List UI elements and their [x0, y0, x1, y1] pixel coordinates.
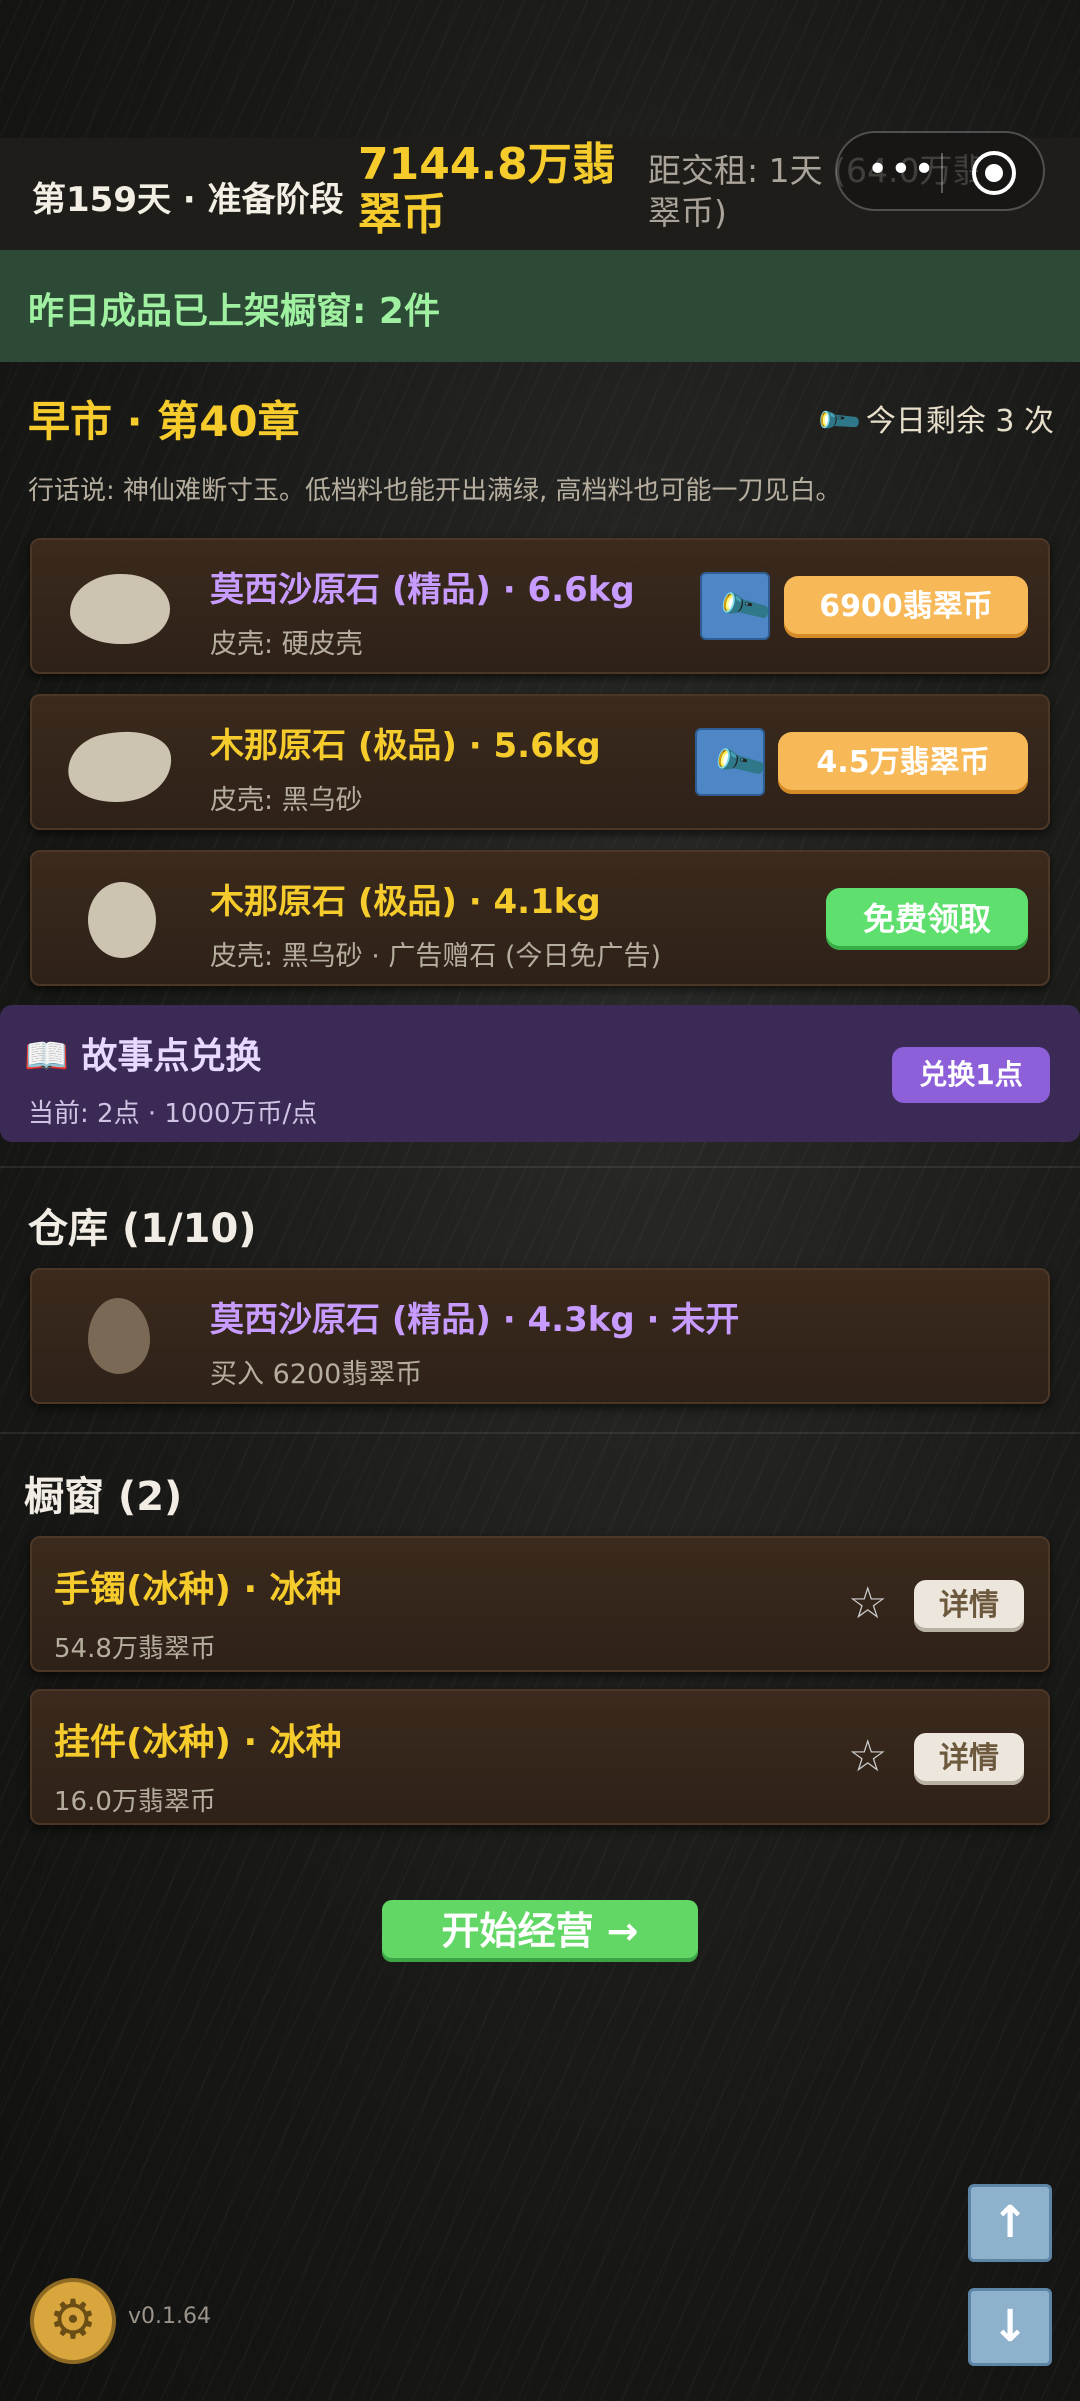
showcase-item-price: 54.8万翡翠币 [54, 1634, 216, 1664]
market-title: 早市 · 第40章 [28, 397, 300, 446]
more-icon[interactable]: ••• [867, 152, 937, 188]
buy-button[interactable]: 6900翡翠币 [784, 576, 1028, 638]
item-name: 莫西沙原石 (精品) · 4.3kg · 未开 [210, 1300, 740, 1340]
market-item-card: 木那原石 (极品) · 4.1kg 皮壳: 黑乌砂 · 广告赠石 (今日免广告)… [30, 850, 1050, 986]
book-icon: 📖 [24, 1036, 69, 1077]
flashlight-button[interactable]: 🔦 [700, 572, 774, 640]
close-target-icon[interactable] [972, 151, 1016, 195]
rough-stone-icon [88, 1298, 150, 1374]
star-icon[interactable]: ☆ [848, 1735, 887, 1779]
capsule-divider [941, 153, 943, 193]
showcase-item-card: 手镯(冰种) · 冰种 54.8万翡翠币 ☆ 详情 [30, 1536, 1050, 1672]
market-item-card: 莫西沙原石 (精品) · 6.6kg 皮壳: 硬皮壳 🔦 6900翡翠币 [30, 538, 1050, 674]
arrow-down-icon: ↓ [991, 2301, 1029, 2352]
star-icon[interactable]: ☆ [848, 1582, 887, 1626]
scroll-down-button[interactable]: ↓ [968, 2288, 1052, 2366]
buy-button[interactable]: 4.5万翡翠币 [778, 732, 1028, 794]
showcase-item-name: 手镯(冰种) · 冰种 [54, 1569, 342, 1610]
warehouse-item-card[interactable]: 莫西沙原石 (精品) · 4.3kg · 未开 买入 6200翡翠币 [30, 1268, 1050, 1404]
rough-stone-icon [88, 882, 156, 958]
item-shell: 皮壳: 黑乌砂 · 广告赠石 (今日免广告) [210, 941, 662, 972]
exchange-button[interactable]: 兑换1点 [892, 1047, 1050, 1103]
details-button[interactable]: 详情 [914, 1733, 1024, 1785]
showcase-item-price: 16.0万翡翠币 [54, 1787, 216, 1817]
showcase-item-name: 挂件(冰种) · 冰种 [54, 1722, 342, 1763]
version-label: v0.1.64 [128, 2304, 211, 2329]
details-button[interactable]: 详情 [914, 1580, 1024, 1632]
scroll-up-button[interactable]: ↑ [968, 2184, 1052, 2262]
story-balance: 当前: 2点 · 1000万币/点 [28, 1099, 318, 1129]
item-name: 莫西沙原石 (精品) · 6.6kg [210, 570, 635, 610]
market-item-card: 木那原石 (极品) · 5.6kg 皮壳: 黑乌砂 🔦 4.5万翡翠币 [30, 694, 1050, 830]
remaining-text: 今日剩余 3 次 [865, 404, 1054, 439]
section-divider [0, 1166, 1080, 1168]
rough-stone-icon [70, 574, 170, 644]
item-purchase-price: 买入 6200翡翠币 [210, 1359, 423, 1390]
flashlight-icon: 🔦 [710, 734, 770, 793]
start-business-button[interactable]: 开始经营 → [382, 1900, 698, 1962]
rough-stone-icon [62, 723, 178, 811]
item-shell: 皮壳: 黑乌砂 [210, 785, 363, 816]
item-name: 木那原石 (极品) · 5.6kg [210, 726, 601, 766]
flashlight-button[interactable]: 🔦 [695, 728, 769, 796]
item-shell: 皮壳: 硬皮壳 [210, 629, 363, 660]
market-saying: 行话说: 神仙难断寸玉。低档料也能开出满绿, 高档料也可能一刀见白。 [28, 476, 842, 506]
warehouse-title: 仓库 (1/10) [28, 1206, 257, 1252]
arrow-up-icon: ↑ [991, 2197, 1029, 2248]
flashlight-icon: 🔦 [715, 578, 775, 637]
miniprogram-capsule: ••• [835, 131, 1045, 211]
flashlight-icon: 🔦 [813, 396, 865, 447]
free-claim-button[interactable]: 免费领取 [826, 888, 1028, 950]
notice-text: 昨日成品已上架橱窗: 2件 [28, 291, 440, 332]
story-exchange-panel: 📖 故事点兑换 当前: 2点 · 1000万币/点 兑换1点 [0, 1005, 1080, 1142]
showcase-item-card: 挂件(冰种) · 冰种 16.0万翡翠币 ☆ 详情 [30, 1689, 1050, 1825]
settings-gear-icon[interactable]: ⚙ [30, 2278, 116, 2364]
item-name: 木那原石 (极品) · 4.1kg [210, 882, 601, 922]
story-title: 📖 故事点兑换 [24, 1027, 261, 1079]
showcase-title: 橱窗 (2) [24, 1474, 183, 1520]
story-title-text: 故事点兑换 [81, 1036, 262, 1077]
day-phase-label: 第159天 · 准备阶段 [32, 180, 344, 220]
section-divider [0, 1432, 1080, 1434]
remaining-count: 🔦今日剩余 3 次 [814, 396, 1054, 447]
notice-banner: 昨日成品已上架橱窗: 2件 [0, 250, 1080, 362]
money-balance: 7144.8万翡翠币 [358, 139, 616, 240]
